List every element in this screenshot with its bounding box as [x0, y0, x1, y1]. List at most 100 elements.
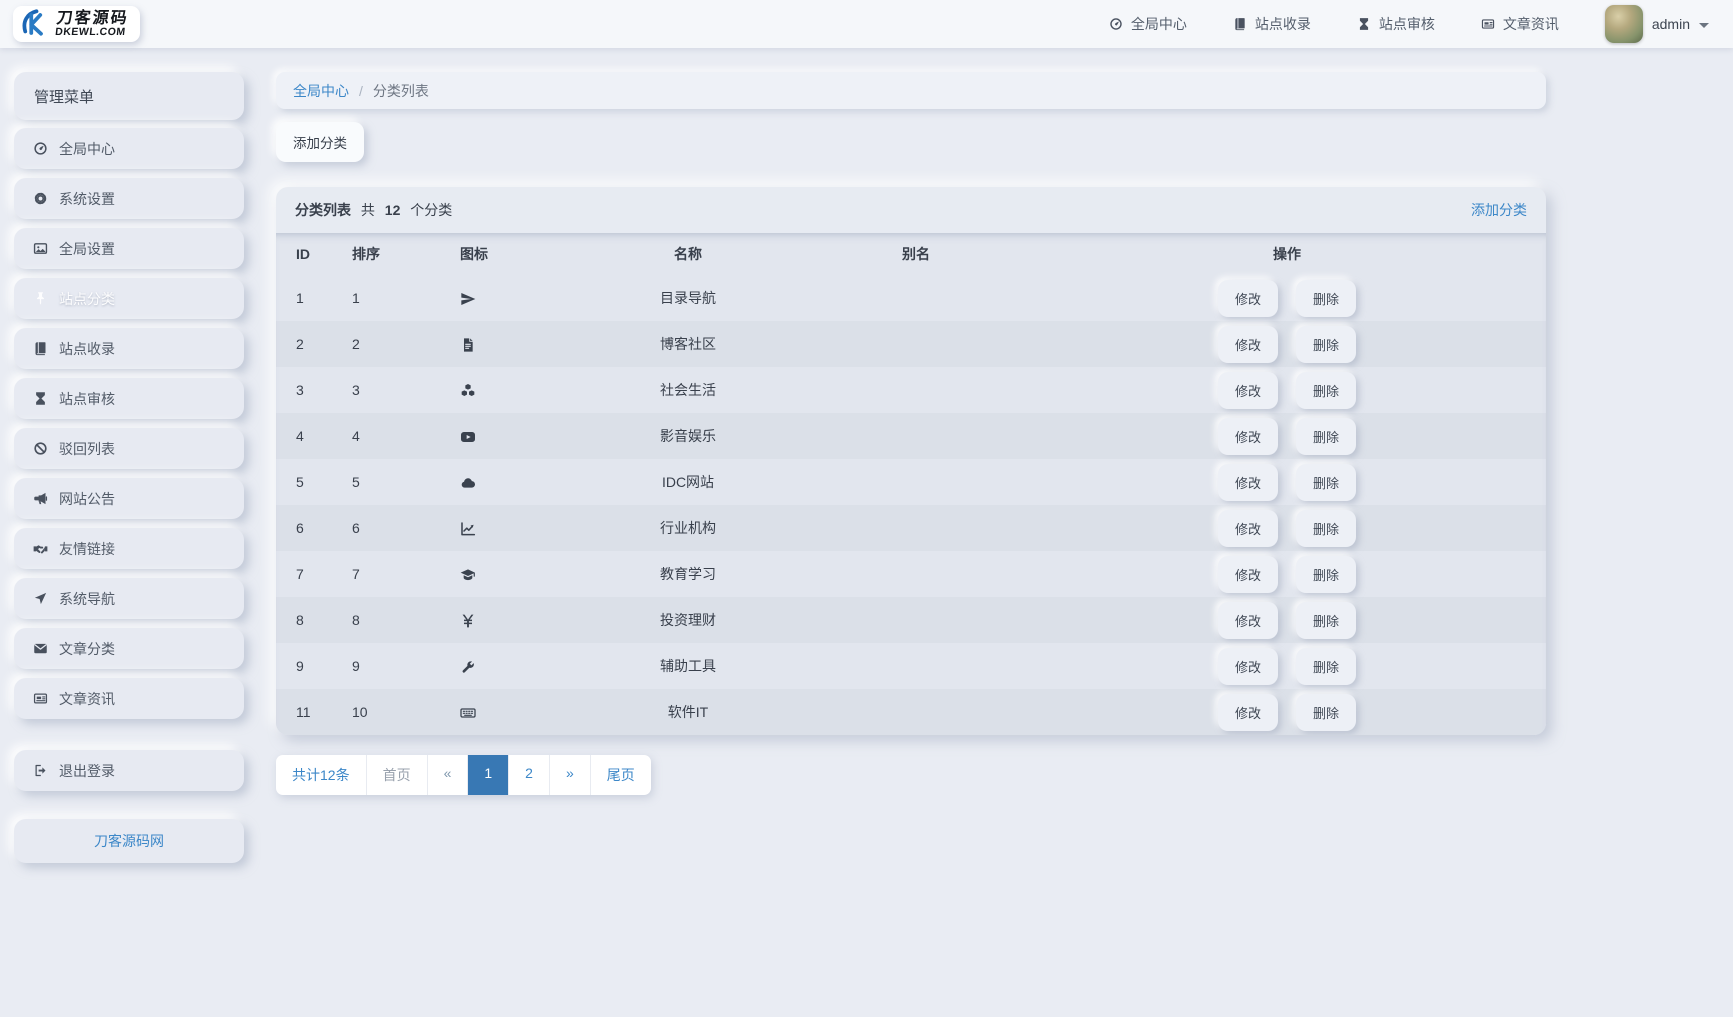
table-row: 3 3 社会生活 修改 删除	[276, 367, 1546, 413]
sidebar-item-global-center[interactable]: 全局中心	[14, 128, 244, 169]
pagination-prev[interactable]: «	[428, 755, 469, 795]
sidebar-item-site-categories[interactable]: 站点分类	[14, 278, 244, 319]
panel-count-prefix: 共	[361, 202, 375, 218]
breadcrumb-current: 分类列表	[373, 81, 429, 101]
image-icon	[33, 241, 48, 256]
nav-item-site-include[interactable]: 站点收录	[1233, 14, 1311, 34]
delete-button[interactable]: 删除	[1296, 372, 1356, 409]
edit-button[interactable]: 修改	[1218, 556, 1278, 593]
sidebar-item-system-nav[interactable]: 系统导航	[14, 578, 244, 619]
delete-button[interactable]: 删除	[1296, 326, 1356, 363]
delete-button[interactable]: 删除	[1296, 602, 1356, 639]
sidebar-footer-link[interactable]: 刀客源码网	[14, 819, 244, 863]
tachometer-icon	[1109, 17, 1123, 31]
edit-button[interactable]: 修改	[1218, 694, 1278, 731]
cell-alias	[804, 505, 1028, 551]
cubes-icon	[460, 383, 476, 399]
delete-button[interactable]: 删除	[1296, 694, 1356, 731]
edit-button[interactable]: 修改	[1218, 418, 1278, 455]
sidebar-item-articles[interactable]: 文章资讯	[14, 678, 244, 719]
sidebar-item-friend-links[interactable]: 友情链接	[14, 528, 244, 569]
delete-button[interactable]: 删除	[1296, 648, 1356, 685]
sidebar-item-label: 文章分类	[59, 639, 115, 659]
sidebar-spacer	[14, 728, 244, 750]
sidebar-item-global-settings[interactable]: 全局设置	[14, 228, 244, 269]
panel-count: 12	[385, 202, 401, 218]
cell-name: IDC网站	[572, 459, 804, 505]
sidebar-item-label: 系统设置	[59, 189, 115, 209]
sidebar-item-label: 全局设置	[59, 239, 115, 259]
cell-sort: 10	[332, 689, 422, 735]
user-menu[interactable]: admin	[1605, 5, 1709, 43]
pagination-page-1[interactable]: 1	[468, 755, 509, 795]
nav-item-label: 文章资讯	[1503, 14, 1559, 34]
table-header-row: ID 排序 图标 名称 别名 操作	[276, 233, 1546, 275]
bullhorn-icon	[33, 491, 48, 506]
book-icon	[1233, 17, 1247, 31]
cell-id: 4	[276, 413, 332, 459]
pagination: 共计12条 首页 « 1 2 » 尾页	[276, 755, 651, 795]
brand-name-cn: 刀客源码	[56, 11, 130, 27]
sidebar-item-logout[interactable]: 退出登录	[14, 750, 244, 791]
delete-button[interactable]: 删除	[1296, 556, 1356, 593]
nav-item-articles[interactable]: 文章资讯	[1481, 14, 1559, 34]
sidebar-item-system-settings[interactable]: 系统设置	[14, 178, 244, 219]
keyboard-icon	[460, 705, 476, 721]
cell-name: 软件IT	[572, 689, 804, 735]
delete-button[interactable]: 删除	[1296, 464, 1356, 501]
add-category-button[interactable]: 添加分类	[276, 122, 364, 162]
edit-button[interactable]: 修改	[1218, 464, 1278, 501]
sidebar-item-site-include[interactable]: 站点收录	[14, 328, 244, 369]
cell-id: 6	[276, 505, 332, 551]
pagination-next[interactable]: »	[550, 755, 591, 795]
panel-add-category-link[interactable]: 添加分类	[1471, 200, 1527, 220]
cell-alias	[804, 597, 1028, 643]
edit-button[interactable]: 修改	[1218, 648, 1278, 685]
cell-alias	[804, 367, 1028, 413]
cloud-icon	[460, 475, 476, 491]
book-icon	[33, 341, 48, 356]
sidebar-item-rejected-list[interactable]: 驳回列表	[14, 428, 244, 469]
breadcrumb-root-link[interactable]: 全局中心	[293, 81, 349, 101]
brand-logo[interactable]: 刀客源码 DKEWL.COM	[13, 6, 140, 42]
edit-button[interactable]: 修改	[1218, 602, 1278, 639]
cell-name: 博客社区	[572, 321, 804, 367]
sidebar-item-label: 驳回列表	[59, 439, 115, 459]
pagination-last[interactable]: 尾页	[591, 755, 651, 795]
category-panel: 分类列表 共 12 个分类 添加分类 ID 排序	[276, 187, 1546, 735]
sidebar-item-site-announcement[interactable]: 网站公告	[14, 478, 244, 519]
edit-button[interactable]: 修改	[1218, 372, 1278, 409]
sidebar-item-label: 文章资讯	[59, 689, 115, 709]
delete-button[interactable]: 删除	[1296, 418, 1356, 455]
top-nav-menu: 全局中心 站点收录 站点审核 文章资讯 admin	[1109, 5, 1709, 43]
edit-button[interactable]: 修改	[1218, 280, 1278, 317]
sidebar-item-label: 站点收录	[59, 339, 115, 359]
edit-button[interactable]: 修改	[1218, 510, 1278, 547]
top-navbar: 刀客源码 DKEWL.COM 全局中心 站点收录 站点审核 文章资讯 admin	[0, 0, 1733, 48]
table-row: 8 8 投资理财 修改 删除	[276, 597, 1546, 643]
newspaper-icon	[33, 691, 48, 706]
cell-id: 7	[276, 551, 332, 597]
nav-item-site-review[interactable]: 站点审核	[1357, 14, 1435, 34]
panel-title-group: 分类列表 共 12 个分类	[295, 200, 452, 220]
sidebar: 管理菜单 全局中心 系统设置 全局设置 站点分类 站点收录 站点审核 驳回列表	[14, 72, 244, 863]
sidebar-item-site-review[interactable]: 站点审核	[14, 378, 244, 419]
cell-id: 1	[276, 275, 332, 321]
user-avatar	[1605, 5, 1643, 43]
pagination-total: 共计12条	[276, 755, 367, 795]
pagination-first[interactable]: 首页	[367, 755, 428, 795]
ban-icon	[33, 441, 48, 456]
nav-item-label: 站点收录	[1255, 14, 1311, 34]
delete-button[interactable]: 删除	[1296, 510, 1356, 547]
nav-item-global-center[interactable]: 全局中心	[1109, 14, 1187, 34]
sidebar-item-article-categories[interactable]: 文章分类	[14, 628, 244, 669]
edit-button[interactable]: 修改	[1218, 326, 1278, 363]
pagination-page-2[interactable]: 2	[509, 755, 550, 795]
cell-id: 3	[276, 367, 332, 413]
cell-alias	[804, 551, 1028, 597]
cell-sort: 3	[332, 367, 422, 413]
cell-id: 11	[276, 689, 332, 735]
table-row: 2 2 博客社区 修改 删除	[276, 321, 1546, 367]
sidebar-item-label: 友情链接	[59, 539, 115, 559]
delete-button[interactable]: 删除	[1296, 280, 1356, 317]
